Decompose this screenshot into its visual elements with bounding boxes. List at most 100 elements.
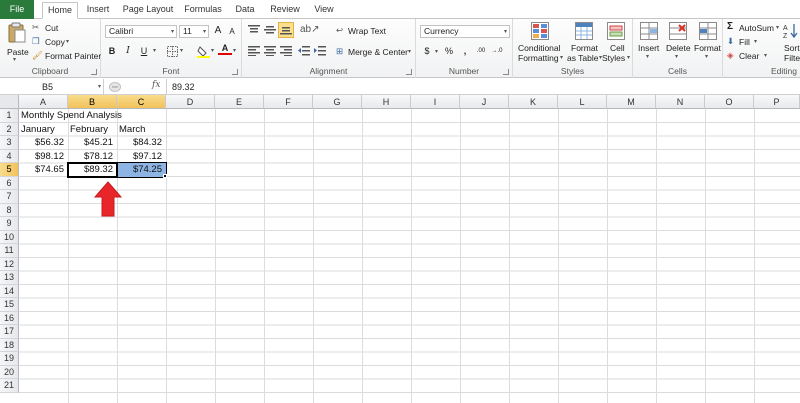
cell-a2[interactable]: January (19, 123, 68, 137)
increase-decimal-button[interactable]: .00 (474, 44, 488, 58)
decrease-indent-icon[interactable] (298, 46, 310, 56)
increase-indent-icon[interactable] (314, 46, 326, 56)
name-box[interactable]: B5 ▾ (0, 79, 104, 95)
font-size-combo[interactable]: 11 ▾ (179, 25, 209, 38)
tab-formulas[interactable]: Formulas (180, 2, 226, 19)
column-header-l[interactable]: L (558, 95, 607, 109)
align-top-icon[interactable] (248, 25, 260, 35)
cell-c3[interactable]: $84.32 (117, 136, 166, 150)
format-cells-button[interactable]: Format ▾ (693, 21, 723, 65)
column-header-p[interactable]: P (754, 95, 800, 109)
fill-color-dropdown-icon[interactable]: ▾ (211, 47, 214, 54)
tab-insert[interactable]: Insert (80, 2, 116, 19)
font-color-button[interactable]: A (218, 42, 232, 55)
conditional-formatting-button[interactable]: Conditional Formatting ▾ (516, 21, 564, 65)
row-header-18[interactable]: 18 (0, 338, 19, 352)
tab-data[interactable]: Data (230, 2, 260, 19)
column-header-n[interactable]: N (656, 95, 705, 109)
number-format-combo[interactable]: Currency ▾ (420, 25, 510, 38)
grow-font-button[interactable]: A (211, 24, 225, 38)
alignment-launcher-icon[interactable] (406, 69, 412, 75)
column-header-k[interactable]: K (509, 95, 558, 109)
underline-button[interactable]: U (137, 44, 151, 58)
row-header-9[interactable]: 9 (0, 217, 19, 231)
row-header-3[interactable]: 3 (0, 136, 19, 150)
borders-dropdown-icon[interactable]: ▾ (180, 47, 183, 54)
borders-icon[interactable] (167, 46, 178, 57)
insert-cells-button[interactable]: Insert ▾ (635, 21, 663, 65)
decrease-decimal-icon[interactable]: →.0 (490, 44, 504, 58)
currency-dropdown-icon[interactable]: ▾ (435, 48, 438, 55)
column-header-f[interactable]: F (264, 95, 313, 109)
row-header-4[interactable]: 4 (0, 149, 19, 163)
row-header-10[interactable]: 10 (0, 230, 19, 244)
row-header-8[interactable]: 8 (0, 203, 19, 217)
fill-color-icon[interactable] (197, 45, 210, 58)
cell-a1-title[interactable]: Monthly Spend Analysis (19, 109, 166, 123)
tab-page-layout[interactable]: Page Layout (120, 2, 176, 19)
row-header-13[interactable]: 13 (0, 271, 19, 285)
row-header-2[interactable]: 2 (0, 122, 19, 136)
tab-view[interactable]: View (308, 2, 340, 19)
row-header-20[interactable]: 20 (0, 365, 19, 379)
autosum-button[interactable]: Σ AutoSum ▾ (727, 21, 781, 34)
column-header-i[interactable]: I (411, 95, 460, 109)
bold-button[interactable]: B (105, 44, 119, 58)
clear-button[interactable]: ◈ Clear ▾ (727, 50, 771, 62)
percent-button[interactable]: % (442, 44, 456, 58)
column-header-e[interactable]: E (215, 95, 264, 109)
column-header-g[interactable]: G (313, 95, 362, 109)
font-name-combo[interactable]: Calibri ▾ (105, 25, 177, 38)
copy-button[interactable]: ❐ Copy ▾ (32, 36, 92, 48)
row-header-1[interactable]: 1 (0, 109, 19, 123)
underline-dropdown-icon[interactable]: ▾ (153, 47, 156, 54)
align-left-icon[interactable] (248, 46, 260, 56)
align-middle-icon[interactable] (264, 25, 276, 35)
comma-button[interactable]: , (458, 44, 472, 58)
fill-button[interactable]: ⬇ Fill ▾ (727, 36, 767, 48)
column-header-o[interactable]: O (705, 95, 754, 109)
shrink-font-button[interactable]: A (225, 25, 239, 39)
align-center-icon[interactable] (264, 46, 276, 56)
row-header-17[interactable]: 17 (0, 325, 19, 339)
cut-button[interactable]: ✂ Cut (32, 22, 92, 34)
paste-button[interactable]: Paste ▾ (3, 21, 31, 65)
italic-button[interactable]: I (121, 44, 135, 58)
cell-a4[interactable]: $98.12 (19, 150, 68, 164)
cell-a3[interactable]: $56.32 (19, 136, 68, 150)
row-header-14[interactable]: 14 (0, 284, 19, 298)
tab-home[interactable]: Home (42, 2, 78, 19)
cell-c4[interactable]: $97.12 (117, 150, 166, 164)
row-header-7[interactable]: 7 (0, 190, 19, 204)
number-launcher-icon[interactable] (503, 69, 509, 75)
column-header-a[interactable]: A (19, 95, 68, 109)
row-header-11[interactable]: 11 (0, 244, 19, 258)
select-all-corner[interactable] (0, 95, 19, 109)
column-header-j[interactable]: J (460, 95, 509, 109)
clipboard-launcher-icon[interactable] (91, 69, 97, 75)
currency-button[interactable]: $ (420, 44, 434, 58)
align-right-icon[interactable] (280, 46, 292, 56)
row-header-16[interactable]: 16 (0, 311, 19, 325)
column-header-c[interactable]: C (117, 95, 166, 109)
cell-b4[interactable]: $78.12 (68, 150, 117, 164)
insert-function-icon[interactable]: fx (152, 80, 160, 90)
resize-handle-icon[interactable] (109, 82, 121, 92)
tab-review[interactable]: Review (266, 2, 304, 19)
column-header-h[interactable]: H (362, 95, 411, 109)
orientation-icon[interactable]: ab↗ (300, 24, 320, 35)
merge-center-button[interactable]: ⊞ Merge & Center ▾ (336, 46, 414, 58)
delete-cells-button[interactable]: Delete ▾ (664, 21, 692, 65)
cell-b2[interactable]: February (68, 123, 117, 137)
cell-b3[interactable]: $45.21 (68, 136, 117, 150)
column-header-b[interactable]: B (68, 95, 117, 109)
row-header-12[interactable]: 12 (0, 257, 19, 271)
row-header-6[interactable]: 6 (0, 176, 19, 190)
formula-input[interactable]: 89.32 (166, 79, 800, 95)
font-launcher-icon[interactable] (232, 69, 238, 75)
name-box-dropdown-icon[interactable]: ▾ (98, 79, 101, 95)
row-header-15[interactable]: 15 (0, 298, 19, 312)
column-header-m[interactable]: M (607, 95, 656, 109)
format-as-table-button[interactable]: Format as Table ▾ (566, 21, 602, 65)
cell-c2[interactable]: March (117, 123, 166, 137)
